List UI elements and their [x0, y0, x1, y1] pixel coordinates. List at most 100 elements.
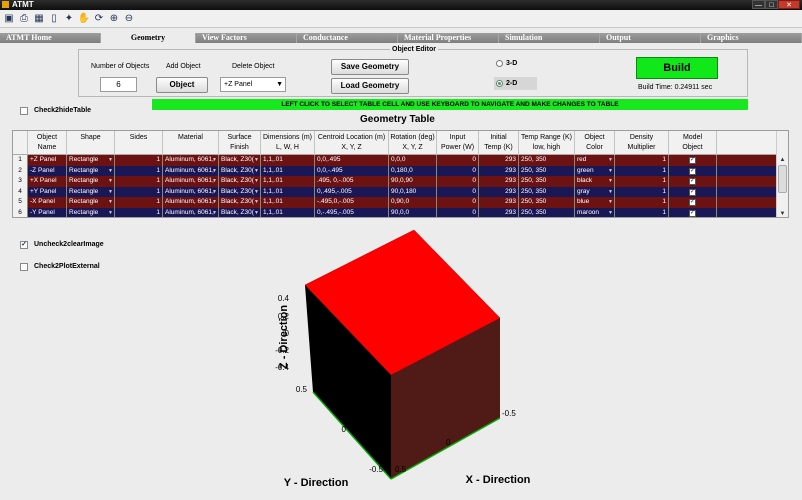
table-cell-color[interactable]: maroon ▼	[575, 207, 615, 217]
table-cell-temp[interactable]: 293	[479, 186, 519, 197]
table-cell-density[interactable]: 1	[615, 176, 669, 187]
close-button[interactable]: ✕	[778, 0, 800, 9]
table-cell-name[interactable]: +Z Panel	[28, 155, 67, 166]
table-row[interactable]: 2 -Z Panel Rectangle ▼ 1 Aluminum, 6061, ▼ Blac…	[13, 165, 778, 176]
model-object-checkbox[interactable]: ✓	[689, 178, 696, 185]
table-cell-finish[interactable]: Black, Z30(▼	[219, 155, 261, 166]
save-geometry-button[interactable]: Save Geometry	[331, 59, 409, 75]
table-cell-density[interactable]: 1	[615, 197, 669, 208]
table-cell-name[interactable]: +Y Panel	[28, 186, 67, 197]
tab-conductance[interactable]: Conductance	[297, 33, 398, 43]
table-cell-sides[interactable]: 1	[115, 165, 163, 176]
table-cell-model[interactable]: ✓	[669, 155, 717, 166]
table-cell-range[interactable]: 250, 350	[519, 176, 575, 187]
num-objects-field[interactable]: 6	[100, 77, 137, 92]
column-header[interactable]: Shape	[67, 131, 115, 155]
table-cell-name[interactable]: -Z Panel	[28, 165, 67, 176]
scroll-down-icon[interactable]: ▼	[777, 209, 788, 217]
model-object-checkbox[interactable]: ✓	[689, 188, 696, 196]
zoom-out-icon[interactable]: ⊖	[123, 13, 135, 25]
table-cell-material[interactable]: Aluminum, 6061, ▼	[163, 165, 219, 176]
maximize-button[interactable]: □	[765, 0, 778, 9]
chevron-down-icon[interactable]: ▼	[212, 197, 217, 207]
table-cell-power[interactable]: 0	[437, 165, 479, 176]
table-cell-material[interactable]: Aluminum, 6061, ▼	[163, 155, 219, 166]
table-cell-model[interactable]: ✓	[669, 207, 717, 217]
table-cell-power[interactable]: 0	[437, 176, 479, 187]
column-header[interactable]: Material	[163, 131, 219, 155]
plot-external-checkbox-box[interactable]	[20, 262, 28, 271]
table-cell-sides[interactable]: 1	[115, 155, 163, 166]
hide-table-checkbox[interactable]: Check2hideTable	[20, 106, 91, 115]
chevron-down-icon[interactable]: ▼	[108, 176, 113, 186]
pan-hand-icon[interactable]: ✋	[78, 13, 90, 25]
table-cell-temp[interactable]: 293	[479, 207, 519, 217]
table-cell-name[interactable]: +X Panel	[28, 176, 67, 187]
radio-2d-circle[interactable]	[496, 80, 503, 87]
table-cell-temp[interactable]: 293	[479, 165, 519, 176]
chevron-down-icon[interactable]: ▼	[212, 187, 217, 197]
table-row[interactable]: 4 +Y Panel Rectangle ▼ 1 Aluminum, 6061, ▼ Blac…	[13, 186, 778, 197]
table-cell-rotation[interactable]: 0,90,0	[389, 197, 437, 208]
table-cell-range[interactable]: 250, 350	[519, 207, 575, 217]
table-cell-range[interactable]: 250, 350	[519, 155, 575, 166]
table-cell-model[interactable]: ✓	[669, 197, 717, 208]
chevron-down-icon[interactable]: ▼	[108, 187, 113, 197]
table-cell-temp[interactable]: 293	[479, 176, 519, 187]
table-cell-shape[interactable]: Rectangle ▼	[67, 186, 115, 197]
chevron-down-icon[interactable]: ▼	[254, 166, 259, 176]
table-cell-shape[interactable]: Rectangle ▼	[67, 207, 115, 217]
column-header[interactable]: Object Name	[28, 131, 67, 155]
clear-image-checkbox-box[interactable]: ✓	[20, 240, 28, 249]
rotate-3d-icon[interactable]: ⟳	[93, 13, 105, 25]
radio-2d[interactable]: 2-D	[494, 77, 538, 90]
table-cell-color[interactable]: green ▼	[575, 165, 615, 176]
table-row[interactable]: 3 +X Panel Rectangle ▼ 1 Aluminum, 6061, ▼ Blac…	[13, 176, 778, 187]
chevron-down-icon[interactable]: ▼	[108, 166, 113, 176]
chevron-down-icon[interactable]: ▼	[608, 176, 613, 186]
chevron-down-icon[interactable]: ▼	[254, 197, 259, 207]
chevron-down-icon[interactable]: ▼	[254, 187, 259, 197]
plot-external-checkbox[interactable]: Check2PlotExternal	[20, 262, 100, 271]
column-header[interactable]: Density Multiplier	[615, 131, 669, 155]
tab-graphics[interactable]: Graphics	[701, 33, 802, 43]
column-header[interactable]: Centroid Location (m) X, Y, Z	[315, 131, 389, 155]
radio-3d[interactable]: 3-D	[496, 59, 517, 68]
chevron-down-icon[interactable]: ▼	[254, 208, 259, 218]
data-cursor-icon[interactable]: ✦	[63, 13, 75, 25]
column-header[interactable]: Initial Temp (K)	[479, 131, 519, 155]
table-cell-temp[interactable]: 293	[479, 197, 519, 208]
table-cell-sides[interactable]: 1	[115, 186, 163, 197]
chevron-down-icon[interactable]: ▼	[212, 208, 217, 218]
table-cell-finish[interactable]: Black, Z30(▼	[219, 207, 261, 218]
table-cell-rotation[interactable]: 90,0,90	[389, 176, 437, 187]
column-header[interactable]: Model Object	[669, 131, 717, 155]
table-cell-color[interactable]: blue ▼	[575, 197, 615, 208]
column-header[interactable]: Dimensions (m) L, W, H	[261, 131, 315, 155]
table-cell-density[interactable]: 1	[615, 186, 669, 197]
print-icon[interactable]: ⎙	[18, 13, 30, 25]
table-cell-power[interactable]: 0	[437, 155, 479, 166]
table-cell-dims[interactable]: 1,1,.01	[261, 197, 315, 208]
table-cell-density[interactable]: 1	[615, 207, 669, 217]
table-cell-power[interactable]: 0	[437, 197, 479, 208]
chevron-down-icon[interactable]: ▼	[608, 187, 613, 197]
table-cell-centroid[interactable]: 0,0,.495	[315, 155, 389, 166]
chevron-down-icon[interactable]: ▼	[108, 155, 113, 165]
table-cell-rotation[interactable]: 0,0,0	[389, 155, 437, 166]
tab-material-properties[interactable]: Material Properties	[398, 33, 499, 43]
table-cell-range[interactable]: 250, 350	[519, 186, 575, 197]
table-cell-material[interactable]: Aluminum, 6061, ▼	[163, 176, 219, 187]
tab-atmt-home[interactable]: ATMT Home	[0, 33, 101, 43]
table-cell-shape[interactable]: Rectangle ▼	[67, 155, 115, 166]
table-cell-power[interactable]: 0	[437, 207, 479, 217]
table-cell-model[interactable]: ✓	[669, 186, 717, 197]
save-icon[interactable]: ▣	[3, 13, 15, 25]
table-cell-centroid[interactable]: 0,.495,-.005	[315, 186, 389, 197]
tab-output[interactable]: Output	[600, 33, 701, 43]
chevron-down-icon[interactable]: ▼	[212, 155, 217, 165]
table-cell-model[interactable]: ✓	[669, 165, 717, 176]
zoom-in-icon[interactable]: ⊕	[108, 13, 120, 25]
radio-3d-circle[interactable]	[496, 60, 503, 67]
add-object-button[interactable]: Object	[156, 77, 208, 93]
